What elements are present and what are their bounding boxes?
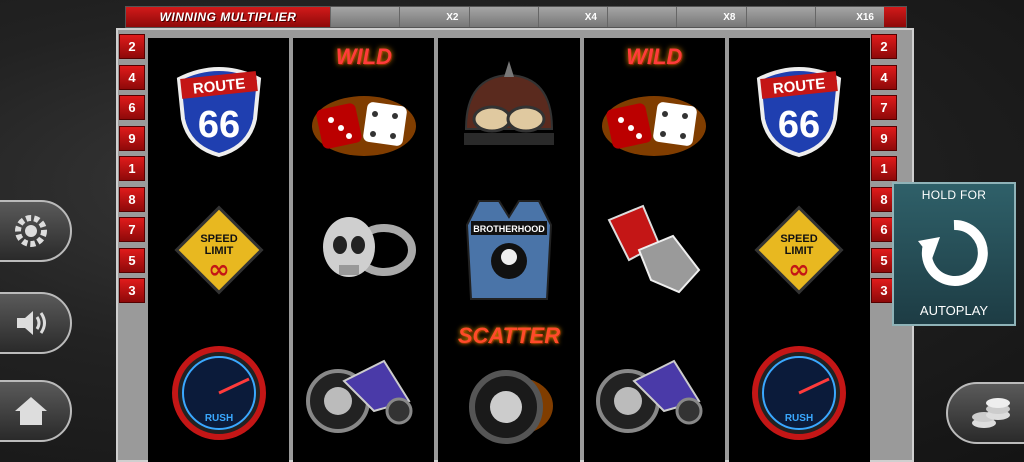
svg-text:SPEED: SPEED	[781, 233, 818, 245]
reel-3: BROTHERHOOD SCATTER	[438, 38, 580, 462]
home-button[interactable]	[0, 380, 72, 442]
svg-text:∞: ∞	[208, 255, 230, 285]
reel-4: WILD	[583, 38, 725, 462]
multiplier-step	[607, 7, 677, 27]
symbol-gloves	[584, 179, 725, 320]
svg-text:∞: ∞	[789, 255, 811, 285]
multiplier-step-x4: X4	[537, 7, 607, 27]
multiplier-step	[468, 7, 538, 27]
wild-label: WILD	[626, 44, 683, 69]
dice-icon	[602, 95, 707, 156]
symbol-speedometer: RUSH	[729, 321, 870, 462]
settings-button[interactable]	[0, 200, 72, 262]
payline-marker: 4	[871, 64, 897, 90]
multiplier-step	[745, 7, 815, 27]
reel-1: ROUTE 66 SPEED LIMIT ∞ RUSH	[148, 38, 290, 462]
symbol-speed-limit: SPEED LIMIT ∞	[148, 179, 289, 320]
payline-marker: 6	[119, 95, 145, 120]
speedometer-icon: RUSH	[171, 346, 266, 441]
speed-limit-sign-icon: SPEED LIMIT ∞	[754, 205, 844, 295]
payline-marker: 1	[119, 156, 145, 181]
reel-grid: ROUTE 66 SPEED LIMIT ∞ RUSH WILD BROTHER…	[148, 38, 871, 462]
symbol-speed-limit: SPEED LIMIT ∞	[729, 179, 870, 320]
autoplay-button[interactable]: HOLD FOR AUTOPLAY	[892, 182, 1016, 326]
autoplay-refresh-icon	[918, 219, 988, 286]
symbol-helmet	[438, 38, 579, 179]
symbol-route66: ROUTE 66	[729, 38, 870, 179]
svg-text:RUSH: RUSH	[204, 413, 232, 424]
motorcycle-icon	[305, 360, 413, 434]
speedometer-icon: RUSH	[752, 346, 847, 441]
symbol-motorcycle	[584, 321, 725, 462]
speaker-icon	[17, 311, 46, 335]
payline-marker: 9	[871, 125, 897, 151]
payline-marker: 5	[119, 247, 145, 273]
multiplier-step-x2: X2	[399, 7, 469, 27]
symbol-vest: BROTHERHOOD	[438, 179, 579, 320]
bet-coins-button[interactable]	[946, 382, 1024, 444]
sound-button[interactable]	[0, 292, 72, 354]
reel-5: ROUTE 66 SPEED LIMIT ∞ RUSH	[728, 38, 871, 462]
gear-icon	[15, 215, 47, 247]
payline-marker: 8	[119, 186, 145, 212]
payline-marker: 7	[119, 217, 145, 242]
gloves-icon	[607, 204, 701, 294]
payline-marker: 4	[119, 64, 145, 90]
home-icon	[15, 397, 47, 425]
scatter-label: SCATTER	[457, 322, 561, 348]
payline-marker: 1	[871, 156, 897, 181]
symbol-motorcycle	[293, 321, 434, 462]
route66-shield-icon: ROUTE 66	[757, 66, 842, 157]
autoplay-label: AUTOPLAY	[919, 303, 989, 318]
multiplier-step-x8: X8	[676, 7, 746, 27]
autoplay-hold-label: HOLD FOR	[921, 188, 987, 202]
svg-text:66: 66	[197, 104, 239, 146]
multiplier-title: WINNING MULTIPLIER	[126, 7, 330, 27]
payline-marker: 9	[119, 125, 145, 151]
payline-marker: 3	[119, 278, 145, 303]
payline-markers-left: 2 4 6 9 1 8 7 5 3	[119, 34, 149, 303]
motorcycle-icon	[596, 360, 703, 434]
symbol-scatter: SCATTER	[438, 321, 579, 462]
vest-icon: BROTHERHOOD	[465, 199, 553, 300]
skull-ring-icon	[322, 216, 416, 277]
helmet-icon	[464, 60, 554, 145]
svg-text:BROTHERHOOD: BROTHERHOOD	[473, 224, 545, 234]
svg-text:RUSH: RUSH	[785, 413, 813, 424]
winning-multiplier-bar: WINNING MULTIPLIER X2 X4 X8 X16	[125, 6, 907, 28]
symbol-route66: ROUTE 66	[148, 38, 289, 179]
wheel-icon	[469, 370, 553, 445]
multiplier-step-x16: X16	[814, 7, 884, 27]
wild-label: WILD	[335, 44, 392, 69]
symbol-skull-ring	[293, 179, 434, 320]
payline-marker: 2	[119, 34, 145, 59]
dice-icon	[311, 95, 416, 156]
multiplier-end-cap	[884, 7, 906, 27]
svg-text:SPEED: SPEED	[200, 233, 237, 245]
payline-marker: 7	[871, 95, 897, 120]
svg-text:66: 66	[778, 104, 820, 146]
symbol-wild: WILD	[293, 38, 434, 179]
speed-limit-sign-icon: SPEED LIMIT ∞	[174, 205, 264, 295]
route66-shield-icon: ROUTE 66	[176, 66, 261, 157]
symbol-speedometer: RUSH	[148, 321, 289, 462]
symbol-wild: WILD	[584, 38, 725, 179]
payline-marker: 2	[871, 34, 897, 59]
reel-2: WILD	[293, 38, 435, 462]
coins-icon	[972, 398, 1010, 428]
multiplier-step	[330, 7, 400, 27]
